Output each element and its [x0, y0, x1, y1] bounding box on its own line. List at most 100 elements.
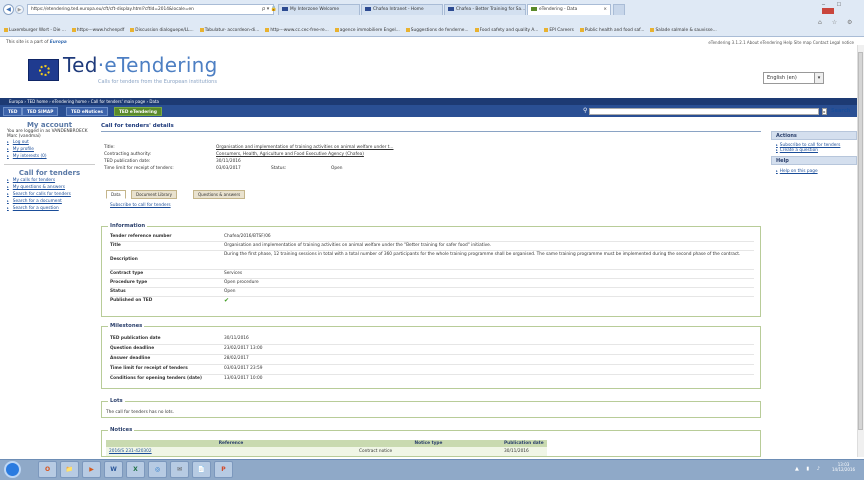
favorite-link[interactable]: Discussion dialoguepe/LL... — [130, 27, 194, 33]
milestone-row: Time limit for receipt of tenders 03/03/2… — [110, 366, 754, 375]
col-header-reference[interactable]: Reference — [106, 440, 356, 447]
favorite-icon — [265, 27, 270, 32]
document-app-icon[interactable]: 📄 — [192, 461, 211, 478]
search-go-icon[interactable]: ▸ — [822, 108, 827, 115]
milestone-row: Question deadline 23/02/2017 13:00 — [110, 346, 754, 355]
breadcrumb[interactable]: Europa › TED home › eTendering home › Ca… — [0, 98, 864, 105]
my-interests-link[interactable]: My interests (0) — [4, 153, 95, 160]
browser-tool-icons[interactable]: ⌂ ☆ ⚙ — [818, 19, 856, 26]
favorite-icon — [71, 27, 76, 32]
subscribe-link[interactable]: Subscribe to call for tenders — [110, 203, 171, 208]
tab-data[interactable]: Data — [106, 190, 126, 199]
taskbar-clock[interactable]: 13:03 14/12/2016 — [832, 462, 855, 472]
favorite-link[interactable]: http---www.cc.cec-free-re... — [265, 27, 329, 33]
search-calls-link[interactable]: Search for calls for tenders — [4, 191, 95, 198]
lots-section: Lots The call for tenders has no lots. — [101, 398, 761, 418]
my-questions-link[interactable]: My questions & answers — [4, 184, 95, 191]
close-window-icon[interactable] — [822, 8, 834, 14]
ted-pub-value: 30/11/2016 — [216, 159, 241, 164]
sidebar-divider — [4, 164, 95, 165]
language-select[interactable]: English (en) — [763, 72, 818, 84]
lots-legend: Lots — [108, 398, 125, 404]
info-row: Tender reference number Chafea/2016/BTSF/… — [110, 234, 754, 242]
favorite-link[interactable]: Food safety and quality A... — [474, 27, 538, 33]
europa-link[interactable]: Europa — [50, 40, 67, 45]
my-profile-link[interactable]: My profile — [4, 146, 95, 153]
browser-tab[interactable]: My Interzone Welcome — [278, 4, 360, 15]
tab-favicon-icon — [531, 6, 537, 11]
excel-app-icon[interactable]: X — [126, 461, 145, 478]
tab-ted[interactable]: TED — [3, 107, 23, 116]
scrollbar-thumb[interactable] — [858, 52, 863, 430]
create-question-link[interactable]: Create a question — [771, 148, 857, 153]
help-link[interactable]: Help on this page — [771, 169, 857, 174]
mail-app-icon[interactable]: ✉ — [170, 461, 189, 478]
chevron-down-icon[interactable]: ▾ — [814, 72, 824, 84]
table-row: 2016/S 231-420302 Contract notice 30/11/… — [106, 447, 547, 456]
my-calls-link[interactable]: My calls for tenders — [4, 177, 95, 184]
search-question-link[interactable]: Search for a question — [4, 205, 95, 212]
logout-link[interactable]: Log out — [4, 139, 95, 146]
tab-questions-answers[interactable]: Questions & answers — [193, 190, 246, 199]
notice-reference-link[interactable]: 2016/S 231-420302 — [109, 449, 152, 454]
tab-ted-enotices[interactable]: TED eNotices — [66, 107, 108, 116]
actions-box: Actions Subscribe to call for tenders Cr… — [771, 131, 857, 178]
site-logo[interactable]: Ted·eTendering — [63, 53, 218, 77]
status-label: Status: — [271, 166, 287, 171]
new-tab-button[interactable] — [613, 4, 625, 15]
favorite-link[interactable]: Suggestions de fenderne... — [405, 27, 469, 33]
system-tray-icons[interactable]: ▲ ▮ ♪ — [795, 466, 823, 472]
tab-favicon-icon — [282, 6, 288, 11]
search-document-link[interactable]: Search for a document — [4, 198, 95, 205]
favorite-link[interactable]: Luxemburger Wort - Die ... — [4, 27, 66, 33]
tab-ted-etendering[interactable]: TED eTendering — [114, 107, 162, 116]
logged-in-text: You are logged in as VANDENBROECK Marc (… — [7, 129, 88, 139]
site-tagline: Calls for tenders from the European inst… — [98, 79, 217, 85]
call-for-tenders-title: Call for tenders — [18, 169, 81, 177]
favorites-bar: Luxemburger Wort - Die ... https---www.hc… — [0, 26, 864, 36]
media-player-icon[interactable]: ▶ — [82, 461, 101, 478]
back-icon[interactable]: ◀ — [3, 4, 14, 15]
word-app-icon[interactable]: W — [104, 461, 123, 478]
col-header-notice-type[interactable]: Notice type — [356, 440, 501, 447]
browser-tab[interactable]: Chafea Intranet - Home — [361, 4, 443, 15]
title-label: Title: — [104, 145, 115, 150]
favorite-link[interactable]: https---www.hchenpdf — [71, 27, 124, 33]
favorite-icon — [4, 27, 8, 32]
ted-pub-label: TED publication date: — [104, 159, 151, 164]
favorite-link[interactable]: Public health and food saf... — [579, 27, 644, 33]
europa-part-of: This site is a part of Europa — [6, 40, 67, 45]
forward-icon[interactable]: ▶ — [15, 5, 24, 14]
browser-tab[interactable]: Chafea - Better Training for Sa... — [444, 4, 526, 15]
information-legend: Information — [108, 223, 148, 229]
favorite-icon — [650, 27, 655, 32]
title-value[interactable]: Organisation and implementation of train… — [216, 145, 394, 150]
deadline-value: 03/03/2017 — [216, 166, 241, 171]
lots-text: The call for tenders has no lots. — [106, 410, 174, 415]
search-input[interactable] — [589, 108, 819, 115]
notices-table: Reference Notice type Publication date 2… — [106, 440, 547, 456]
authority-link[interactable]: Consumers, Health, Agriculture and Food … — [216, 152, 364, 157]
top-links[interactable]: eTendering 3.1.2.1 About eTendering Help… — [708, 40, 854, 45]
eu-flag-logo — [28, 59, 59, 81]
browser-app-icon[interactable]: ◎ — [148, 461, 167, 478]
browser-tab-active[interactable]: eTendering - Data × — [527, 4, 611, 15]
outlook-app-icon[interactable]: O — [38, 461, 57, 478]
window-controls[interactable]: ─ ☐ — [822, 2, 864, 15]
favorite-link[interactable]: agence immobiliere Engel... — [334, 27, 400, 33]
address-bar[interactable]: https://etendering.ted.europa.eu/cft/cft… — [27, 4, 274, 15]
tab-document-library[interactable]: Document Library — [131, 190, 177, 199]
start-button[interactable] — [4, 461, 21, 478]
search-button[interactable]: Search — [831, 108, 850, 115]
tab-ted-simap[interactable]: TED SIMAP — [22, 107, 59, 116]
favorite-link[interactable]: Salade salmale & sauvisse... — [650, 27, 717, 33]
powerpoint-app-icon[interactable]: P — [214, 461, 233, 478]
favorite-link[interactable]: Tabulatur- accordeon-di... — [199, 27, 259, 33]
published-check-icon: ✔ — [224, 297, 230, 304]
favorite-link[interactable]: EPI Careers — [544, 27, 574, 33]
explorer-app-icon[interactable]: 📁 — [60, 461, 79, 478]
col-header-publication-date[interactable]: Publication date — [501, 440, 547, 447]
favorite-icon — [334, 27, 339, 32]
favorite-icon — [405, 27, 410, 32]
tab-close-icon[interactable]: × — [603, 5, 607, 15]
